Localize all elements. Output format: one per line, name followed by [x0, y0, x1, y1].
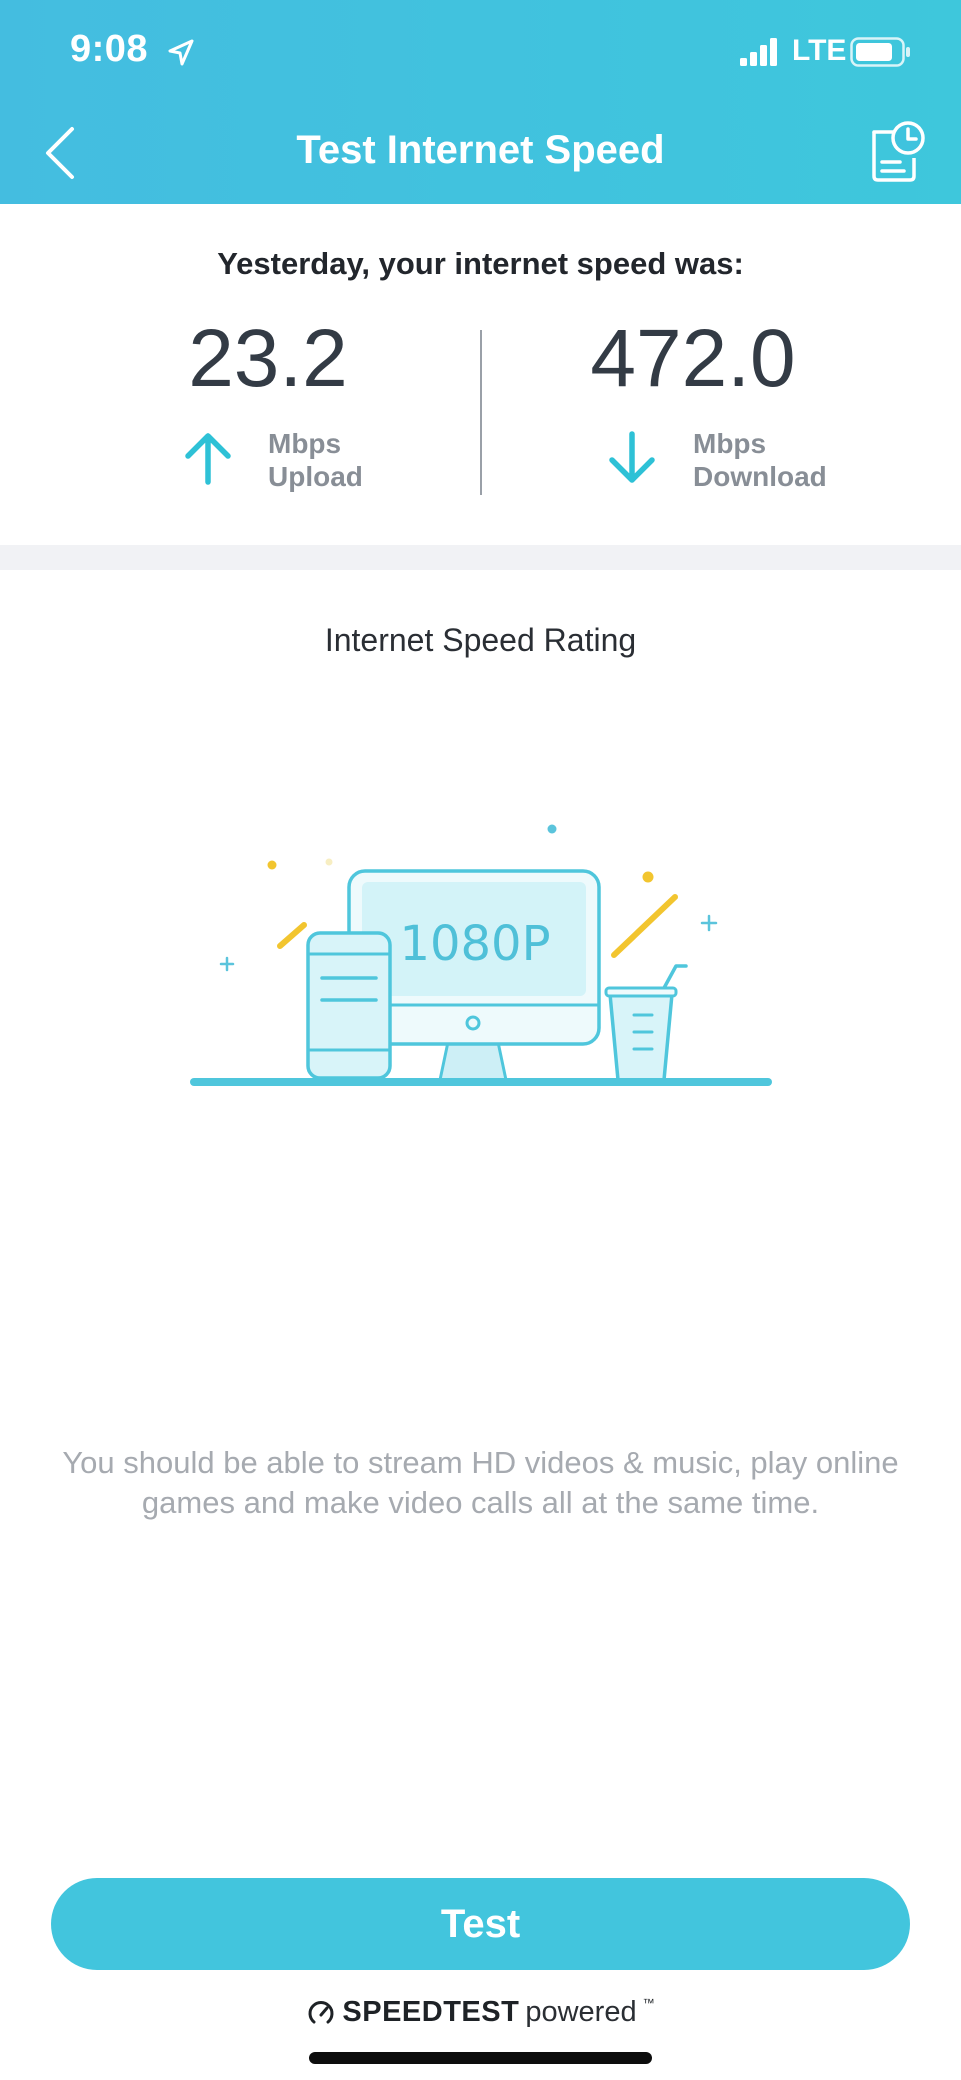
- start-test-button[interactable]: Test: [51, 1878, 910, 1970]
- cup-straw: [662, 964, 688, 990]
- sparkle-dot: [547, 824, 557, 834]
- resolution-label: 1080P: [399, 916, 550, 972]
- sparkle-streak: [611, 894, 678, 958]
- speedtest-brand: SPEEDTEST: [342, 1996, 520, 2028]
- sparkle-dot: [325, 858, 333, 866]
- cup-body: [608, 992, 674, 1082]
- sparkle-streak: [277, 922, 307, 949]
- sparkle-dot: [267, 860, 277, 870]
- home-indicator[interactable]: [309, 2052, 652, 2064]
- powered-by-speedtest: SPEEDTEST powered ™: [0, 1996, 961, 2029]
- trademark-mark: ™: [642, 1995, 655, 2010]
- rating-description: You should be able to stream HD videos &…: [62, 1445, 899, 1520]
- sparkle-dot: [642, 871, 654, 883]
- cup-rim: [604, 986, 678, 998]
- hd-streaming-illustration: 1080P: [190, 824, 772, 1086]
- speedometer-icon: [308, 2000, 334, 2023]
- powered-label: powered: [525, 1996, 637, 2028]
- monitor-stand: [438, 1040, 508, 1082]
